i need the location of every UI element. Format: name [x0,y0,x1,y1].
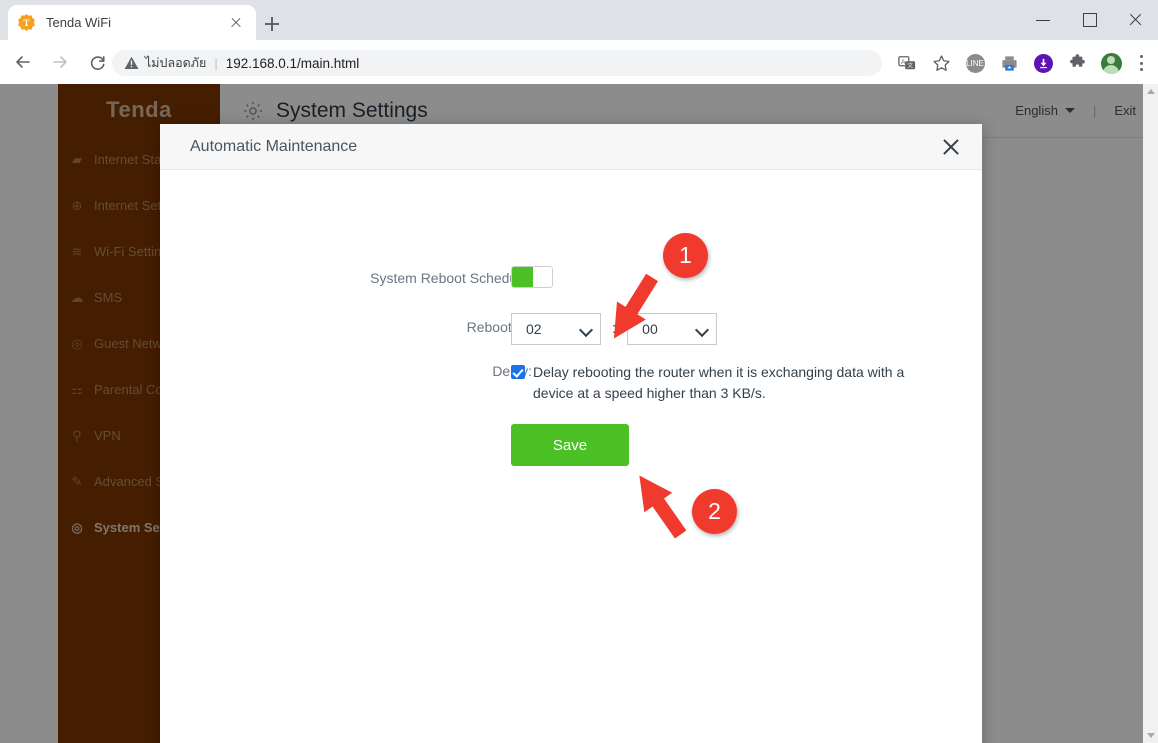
exit-button[interactable]: Exit [1114,103,1136,118]
delay-description: Delay rebooting the router when it is ex… [533,364,905,401]
minimize-button[interactable] [1020,0,1066,40]
scroll-up-icon[interactable] [1146,89,1155,94]
reload-button[interactable] [83,48,111,76]
svg-text:文: 文 [907,62,913,70]
extensions-puzzle-icon[interactable] [1062,48,1092,78]
dialog-title: Automatic Maintenance [190,137,358,155]
browser-window: T Tenda WiFi ไม่ปลอดภัย | 192.168.0.1/ma… [0,0,1158,743]
save-button-wrap: Save [511,424,629,466]
scroll-down-icon[interactable] [1146,733,1155,738]
close-icon[interactable] [938,134,964,160]
dialog-header: Automatic Maintenance [160,124,982,170]
tab-title: Tenda WiFi [46,15,112,30]
tab-close-icon[interactable] [226,13,246,33]
tab-strip: T Tenda WiFi [0,0,1158,40]
automatic-maintenance-dialog: Automatic Maintenance System Reboot Sche… [160,124,982,743]
browser-tab[interactable]: T Tenda WiFi [8,5,256,40]
reboot-schedule-label: System Reboot Schedule: [370,270,532,286]
reboot-hour-value: 02 [526,321,542,337]
delay-option-row: Delay rebooting the router when it is ex… [511,362,931,404]
page-scrollbar[interactable] [1143,84,1158,743]
forward-button[interactable] [46,48,74,76]
language-selector[interactable]: English [1015,103,1075,118]
toolbar-icon-group: A 文 LINE [890,48,1154,78]
wifi-icon: ≋ [71,243,83,259]
annotation-arrow-2 [615,465,705,550]
line-chat-icon[interactable]: LINE [960,48,990,78]
toggle-knob [512,267,533,287]
delay-label-wrap: Delay: [160,363,532,379]
address-bar[interactable]: ไม่ปลอดภัย | 192.168.0.1/main.html [112,50,882,76]
favicon-letter: T [23,17,30,28]
sidebar-item-label: VPN [94,427,121,443]
delay-checkbox[interactable] [511,365,525,379]
gear-icon: ◎ [71,519,83,535]
parental-icon: ⚏ [71,381,83,397]
new-tab-button[interactable] [258,10,286,38]
vpn-key-icon: ⚲ [72,427,82,443]
chevron-down-icon [696,323,708,335]
message-icon: ☁ [70,289,84,305]
print-icon[interactable] [994,48,1024,78]
not-secure-warning-icon [124,56,139,70]
reboot-schedule-toggle-wrap [511,266,553,288]
reboot-schedule-toggle[interactable] [511,266,553,288]
window-controls [1020,0,1158,40]
maximize-button[interactable] [1066,0,1112,40]
globe-icon: ⊕ [71,197,83,213]
chevron-down-icon [1064,108,1075,113]
router-web-ui: Tenda ▰ Internet Status ⊕ Internet Setti… [0,84,1158,743]
sidebar-item-label: SMS [94,289,123,305]
annotation-arrow-1 [588,268,678,353]
bookmark-star-icon[interactable] [926,48,956,78]
security-status-text: ไม่ปลอดภัย [145,56,207,70]
chrome-menu-icon[interactable] [1130,49,1154,77]
download-icon[interactable] [1028,48,1058,78]
close-window-button[interactable] [1112,0,1158,40]
guest-icon: ◎ [71,335,83,351]
reboot-schedule-label-wrap: System Reboot Schedule: [160,270,532,286]
wrench-icon: ✎ [71,473,83,489]
header-right: English | Exit [1015,103,1136,118]
gear-icon [242,100,264,122]
url-text: 192.168.0.1/main.html [225,55,360,71]
header-divider: | [1092,103,1097,118]
reboot-at-label-wrap: Reboot At: [160,319,532,335]
language-label: English [1015,103,1058,118]
dialog-body: System Reboot Schedule: Reboot At: 02: … [160,170,982,743]
translate-icon[interactable]: A 文 [892,48,922,78]
tenda-favicon-icon: T [18,14,35,31]
omnibox-separator: | [214,55,218,71]
back-button[interactable] [9,48,37,76]
save-button[interactable]: Save [511,424,629,466]
page-title: System Settings [276,98,428,122]
profile-avatar-icon[interactable] [1096,48,1126,78]
router-icon: ▰ [72,151,82,167]
